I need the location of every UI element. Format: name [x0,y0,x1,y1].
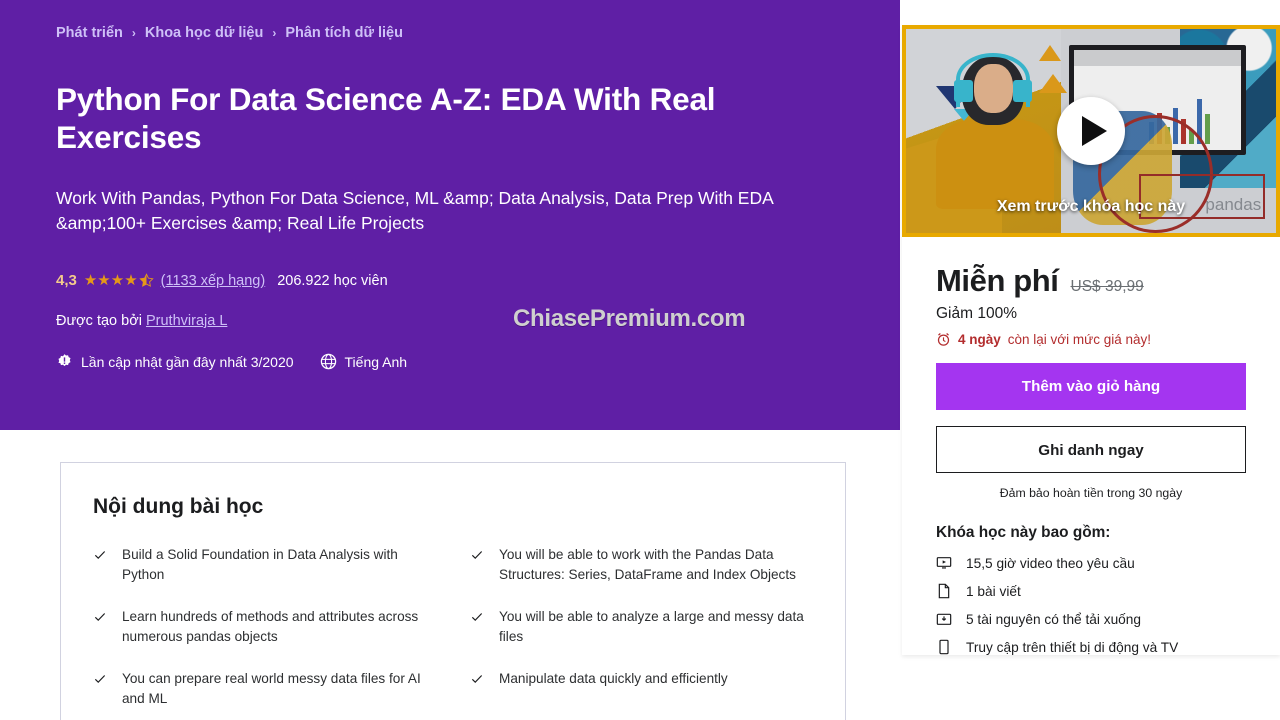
objectives-heading: Nội dung bài học [93,495,264,518]
article-icon [938,583,950,599]
includes-heading: Khóa học này bao gồm: [936,524,1111,541]
objective-text: Learn hundreds of methods and attributes… [122,608,419,644]
breadcrumb-item-development[interactable]: Phát triển [56,25,123,41]
language-text: Tiếng Anh [344,353,408,370]
page-title: Python For Data Science A-Z: EDA With Re… [56,81,716,156]
course-objectives-card: Nội dung bài học Build a Solid Foundatio… [60,462,846,720]
objective-item: Learn hundreds of methods and attributes… [93,607,436,647]
money-back-guarantee: Đảm bảo hoàn tiền trong 30 ngày [999,486,1183,500]
video-icon [936,557,952,569]
enroll-now-button[interactable]: Ghi danh ngay [936,426,1246,473]
check-icon [471,613,483,621]
original-price: US$ 39,99 [1070,278,1144,295]
objective-item: You will be able to work with the Pandas… [470,545,813,585]
purchase-sidebar: pandas Xem trước khóa học này Miễn phí U… [902,25,1280,655]
breadcrumb-separator: › [131,26,136,40]
objective-item: You will be able to analyze a large and … [470,607,813,647]
objective-item: You can prepare real world messy data fi… [93,669,436,709]
urgency-rest: còn lại với mức giá này! [1007,332,1151,347]
check-icon [471,674,483,683]
objective-text: You will be able to work with the Pandas… [499,547,796,582]
course-hero-panel: Phát triển › Khoa học dữ liệu › Phân tíc… [0,0,900,430]
urgency-notice: 4 ngày còn lại với mức giá này! [936,332,1246,347]
urgency-days: 4 ngày [958,332,1001,347]
download-icon [936,613,952,625]
course-preview-player[interactable]: pandas Xem trước khóa học này [902,25,1280,237]
creator-row: Được tạo bởi Pruthviraja L [56,313,227,329]
language-meta: Tiếng Anh [320,353,408,370]
last-updated-meta: Lần cập nhật gần đây nhất 3/2020 [56,353,294,370]
check-icon [94,613,106,621]
breadcrumb-item-data-analysis[interactable]: Phân tích dữ liệu [285,25,403,41]
breadcrumb: Phát triển › Khoa học dữ liệu › Phân tíc… [56,25,403,41]
mobile-icon [939,639,949,655]
site-watermark: ChiasePremium.com [513,305,746,332]
breadcrumb-separator: › [272,26,277,40]
include-item: 5 tài nguyên có thể tải xuống [936,611,1246,627]
price-row: Miễn phí US$ 39,99 [936,263,1246,299]
created-by-label: Được tạo bởi [56,313,142,329]
add-to-cart-button[interactable]: Thêm vào giỏ hàng [936,363,1246,410]
play-icon [1081,116,1107,146]
check-icon [94,551,106,560]
star-rating-icon: ★★★★ [84,273,154,288]
course-landing-page: Phát triển › Khoa học dữ liệu › Phân tíc… [0,0,1280,720]
course-subtitle: Work With Pandas, Python For Data Scienc… [56,188,773,234]
check-icon [471,551,483,560]
objective-text: You can prepare real world messy data fi… [122,670,421,706]
globe-icon [320,353,336,370]
include-item: Truy cập trên thiết bị di động và TV [936,639,1246,655]
include-item: 15,5 giờ video theo yêu cầu [936,555,1246,571]
check-icon [94,674,106,683]
current-price: Miễn phí [936,263,1059,298]
full-stars: ★★★★ [83,272,138,289]
objective-item: Manipulate data quickly and efficiently [470,669,813,709]
objectives-grid: Build a Solid Foundation in Data Analysi… [93,545,813,709]
rating-value: 4,3 [56,272,77,289]
include-text: 15,5 giờ video theo yêu cầu [966,555,1135,571]
breadcrumb-item-data-science[interactable]: Khoa học dữ liệu [145,25,263,41]
course-meta-row: Lần cập nhật gần đây nhất 3/2020 Tiếng A… [56,353,407,370]
objective-text: You will be able to analyze a large and … [499,608,804,644]
instructor-link[interactable]: Pruthviraja L [146,313,227,329]
objective-text: Build a Solid Foundation in Data Analysi… [122,547,398,582]
play-button[interactable] [1057,97,1125,165]
objective-text: Manipulate data quickly and efficiently [499,670,728,686]
rating-row: 4,3 ★★★★ (1133 xếp hạng) 206.922 học viê… [56,272,388,289]
discount-text: Giảm 100% [936,305,1017,322]
students-count: 206.922 học viên [277,272,388,289]
include-text: Truy cập trên thiết bị di động và TV [966,639,1179,655]
preview-label: Xem trước khóa học này [996,198,1186,215]
include-item: 1 bài viết [936,583,1246,599]
includes-list: 15,5 giờ video theo yêu cầu 1 bài viết 5… [936,555,1246,655]
half-star-icon [138,273,154,287]
include-text: 5 tài nguyên có thể tải xuống [966,611,1142,627]
alarm-clock-icon [937,333,950,346]
rating-count-link[interactable]: (1133 xếp hạng) [161,273,266,289]
objective-item: Build a Solid Foundation in Data Analysi… [93,545,436,585]
purchase-panel-body: Miễn phí US$ 39,99 Giảm 100% 4 ngày còn … [902,237,1280,655]
include-text: 1 bài viết [966,583,1021,599]
last-updated-text: Lần cập nhật gần đây nhất 3/2020 [81,353,294,370]
update-badge-icon [58,354,71,367]
